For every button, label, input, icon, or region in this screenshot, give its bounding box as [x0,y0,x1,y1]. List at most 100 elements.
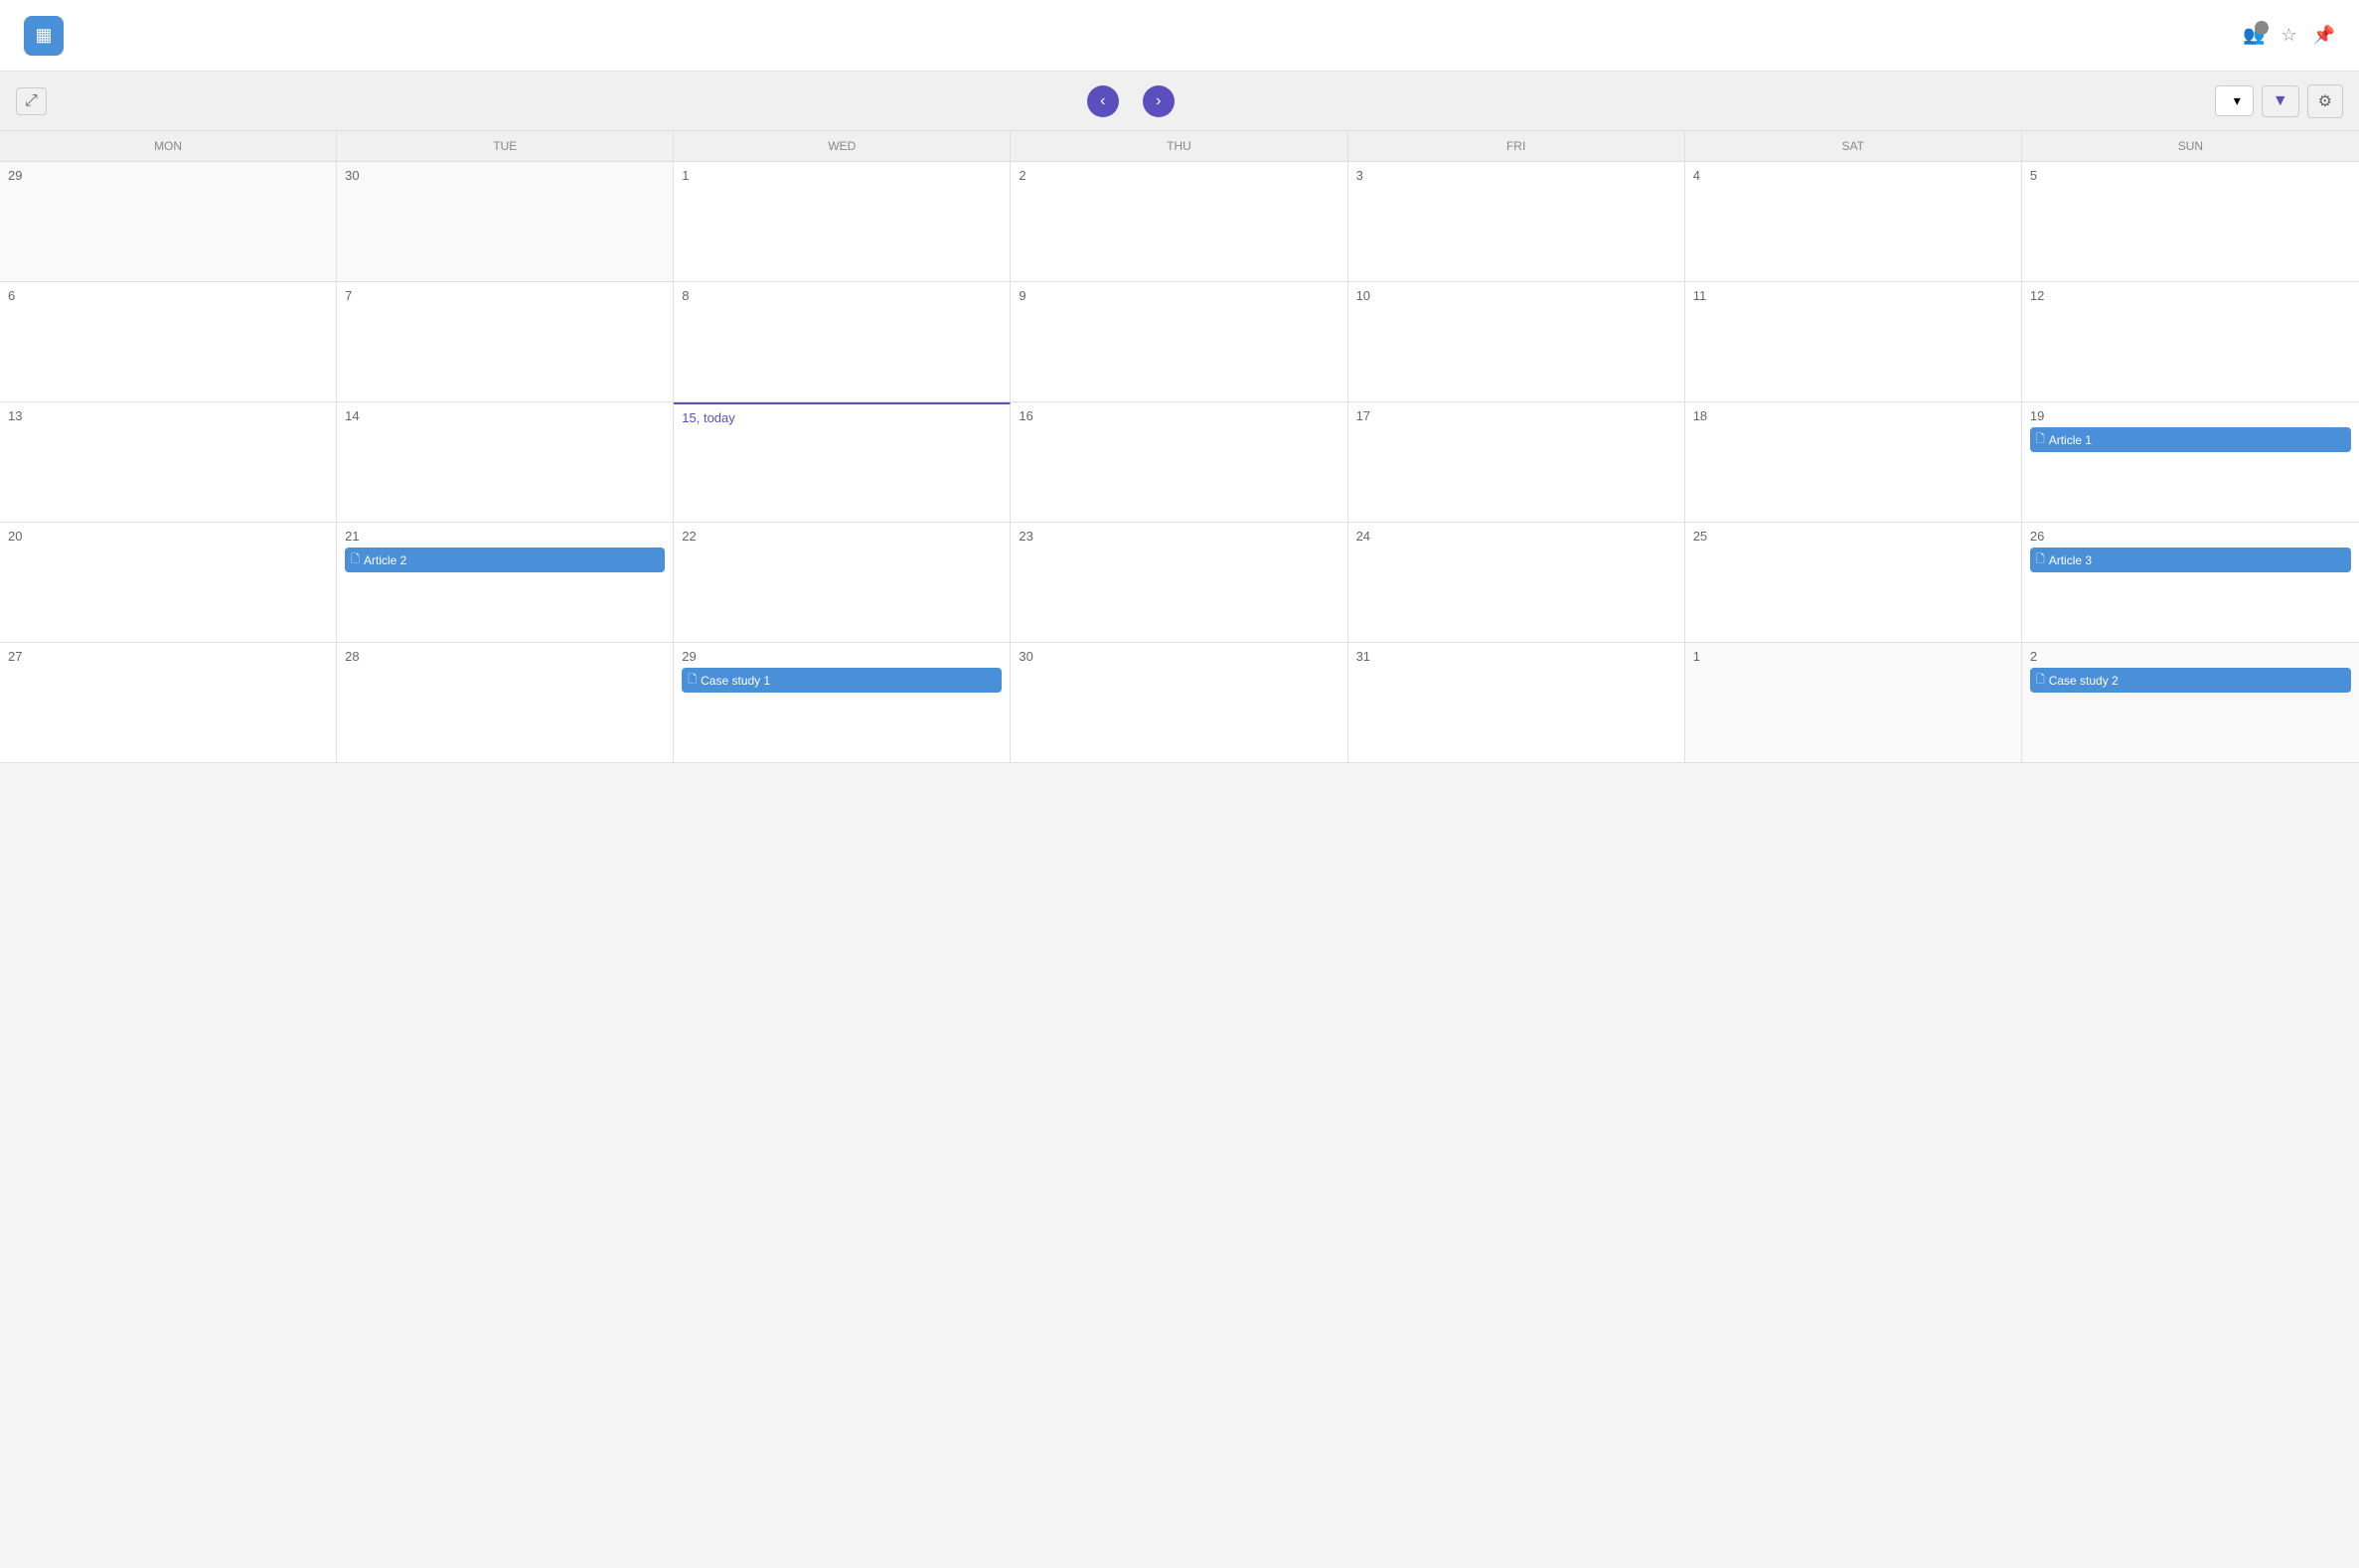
day-cell[interactable]: 8 [674,282,1011,401]
day-cell[interactable]: 16 [1011,402,1347,522]
calendar-nav: ‹ › [1087,85,1175,117]
day-cell[interactable]: 1 [1685,643,2022,762]
day-number: 9 [1019,288,1338,303]
day-number: 2 [2030,649,2351,664]
day-cell[interactable]: 30 [337,162,674,281]
day-number: 30 [1019,649,1338,664]
week-row-3: 20 21 🗋 Article 2 22 23 24 25 26 🗋 Article 3 [0,523,2359,643]
event-item[interactable]: 🗋 Case study 1 [682,668,1002,693]
day-cell[interactable]: 18 [1685,402,2022,522]
week-row-2: 13 14 15, today 16 17 18 19 🗋 Article 1 [0,402,2359,523]
main-nav [1112,33,1207,39]
event-label: Article 1 [2049,433,2092,447]
day-cell[interactable]: 23 [1011,523,1347,642]
day-number: 2 [1019,168,1338,183]
day-number: 20 [8,529,328,544]
day-cell[interactable]: 24 [1348,523,1685,642]
day-cell[interactable]: 29 [0,162,337,281]
next-month-button[interactable]: › [1143,85,1175,117]
day-cell[interactable]: 11 [1685,282,2022,401]
day-header-fri: FRI [1348,131,1685,161]
day-number: 10 [1356,288,1676,303]
settings-button[interactable]: ⚙ [2307,84,2343,118]
event-item[interactable]: 🗋 Article 3 [2030,548,2351,572]
day-cell[interactable]: 17 [1348,402,1685,522]
day-cell[interactable]: 22 [674,523,1011,642]
day-cell[interactable]: 25 [1685,523,2022,642]
day-number: 12 [2030,288,2351,303]
day-cell[interactable]: 14 [337,402,674,522]
day-cell[interactable]: 13 [0,402,337,522]
day-number: 14 [345,408,665,423]
day-cell[interactable]: 15, today [674,402,1011,522]
filter-button[interactable]: ▼ [2262,85,2299,117]
day-cell[interactable]: 20 [0,523,337,642]
day-cell[interactable]: 28 [337,643,674,762]
day-number: 16 [1019,408,1338,423]
day-cell[interactable]: 27 [0,643,337,762]
day-cell[interactable]: 29🗋Case study 1 [674,643,1011,762]
calendar-grid: MONTUEWEDTHUFRISATSUN 293012345678910111… [0,131,2359,763]
event-doc-icon: 🗋 [351,550,360,569]
day-number: 4 [1693,168,2013,183]
day-number: 7 [345,288,665,303]
day-header-mon: MON [0,131,337,161]
prev-month-button[interactable]: ‹ [1087,85,1119,117]
pin-button[interactable]: 📌 [2313,25,2335,46]
event-item[interactable]: 🗋 Article 1 [2030,427,2351,452]
day-cell[interactable]: 2 🗋Case study 2 [2022,643,2359,762]
day-number: 26 [2030,529,2351,544]
day-cell[interactable]: 2 [1011,162,1347,281]
event-doc-icon: 🗋 [2036,430,2045,449]
day-header-sun: SUN [2022,131,2359,161]
header-left: ▦ [24,16,76,56]
expand-button[interactable]: ⤢ [16,87,47,115]
day-cell[interactable]: 10 [1348,282,1685,401]
day-cell[interactable]: 4 [1685,162,2022,281]
day-number: 21 [345,529,665,544]
day-number: 30 [345,168,665,183]
day-cell[interactable]: 30 [1011,643,1347,762]
week-row-4: 272829🗋Case study 1303112🗋Case study 2 [0,643,2359,763]
day-number: 19 [2030,408,2351,423]
day-cell[interactable]: 1 [674,162,1011,281]
day-number: 5 [2030,168,2351,183]
day-number: 31 [1356,649,1676,664]
day-cell[interactable]: 19 🗋 Article 1 [2022,402,2359,522]
app-header: ▦ 👥 ☆ 📌 [0,0,2359,72]
day-cell[interactable]: 3 [1348,162,1685,281]
day-cell[interactable]: 31 [1348,643,1685,762]
event-doc-icon: 🗋 [2036,550,2045,569]
day-headers: MONTUEWEDTHUFRISATSUN [0,131,2359,162]
day-number: 23 [1019,529,1338,544]
people-button[interactable]: 👥 [2243,25,2265,46]
day-header-wed: WED [674,131,1011,161]
day-cell[interactable]: 7 [337,282,674,401]
day-header-tue: TUE [337,131,674,161]
day-number: 18 [1693,408,2013,423]
day-number: 8 [682,288,1002,303]
day-number: 15, today [682,410,1002,425]
event-label: Article 2 [364,553,406,567]
day-cell[interactable]: 26 🗋 Article 3 [2022,523,2359,642]
day-number: 24 [1356,529,1676,544]
day-number: 13 [8,408,328,423]
event-item[interactable]: 🗋 Article 2 [345,548,665,572]
app-icon: ▦ [24,16,64,56]
day-cell[interactable]: 12 [2022,282,2359,401]
event-label: Article 3 [2049,553,2092,567]
star-button[interactable]: ☆ [2280,25,2296,46]
day-number: 3 [1356,168,1676,183]
day-cell[interactable]: 9 [1011,282,1347,401]
day-cell[interactable]: 21 🗋 Article 2 [337,523,674,642]
day-header-sat: SAT [1685,131,2022,161]
event-doc-icon: 🗋 [688,671,697,690]
day-cell[interactable]: 5 [2022,162,2359,281]
day-number: 29 [8,168,328,183]
event-label: Case study 1 [701,674,770,688]
day-number: 6 [8,288,328,303]
event-item[interactable]: 🗋Case study 2 [2030,668,2351,693]
day-cell[interactable]: 6 [0,282,337,401]
chevron-down-icon: ▾ [2234,92,2241,109]
view-selector[interactable]: ▾ [2215,85,2254,116]
